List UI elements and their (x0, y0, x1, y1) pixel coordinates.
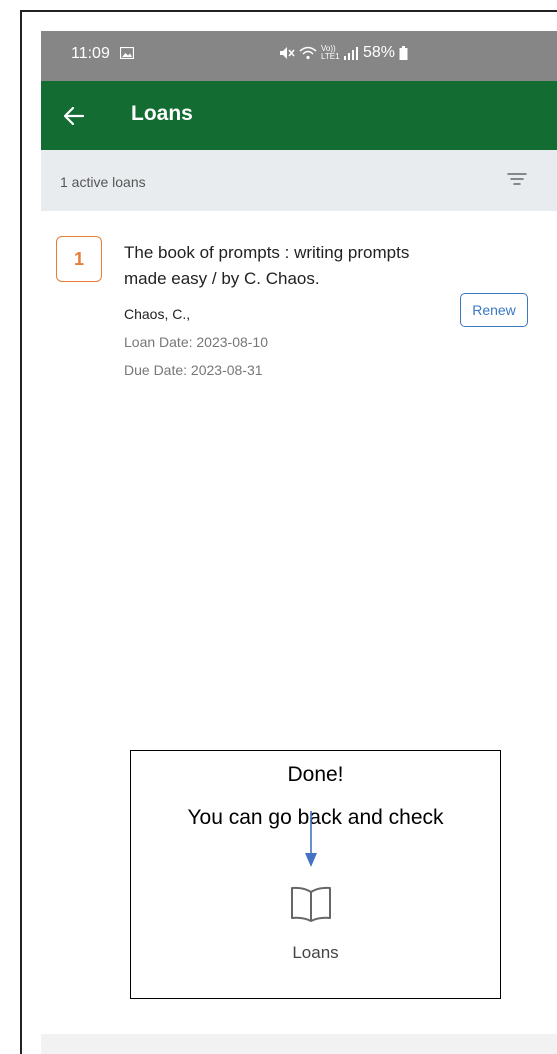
battery-icon (399, 46, 408, 60)
status-time: 11:09 (71, 45, 110, 62)
network-text: Vo)) LTE1 (321, 44, 340, 61)
bottom-nav-strip (41, 1034, 557, 1054)
loans-nav-label[interactable]: Loans (131, 943, 500, 963)
down-arrow-icon (305, 811, 317, 867)
book-icon[interactable] (289, 885, 333, 923)
wifi-icon (299, 46, 317, 60)
signal-icon (344, 47, 358, 60)
loan-number-badge: 1 (56, 236, 102, 282)
loan-title[interactable]: The book of prompts : writing prompts ma… (124, 240, 454, 292)
callout-title: Done! (287, 763, 344, 786)
page-title: Loans (131, 102, 193, 125)
app-bar: Loans (41, 81, 557, 150)
photo-icon (120, 47, 134, 59)
instruction-callout: Done! You can go back and check Loans (130, 750, 501, 999)
battery-percent: 58% (363, 44, 396, 61)
loan-date: Loan Date: 2023-08-10 (124, 334, 268, 350)
status-icons: Vo)) LTE1 58% (279, 44, 408, 62)
back-arrow-icon[interactable] (61, 103, 87, 129)
active-loans-count: 1 active loans (60, 174, 146, 190)
filter-icon[interactable] (507, 170, 527, 188)
mute-icon (280, 47, 295, 59)
renew-button[interactable]: Renew (460, 293, 528, 327)
status-bar: 11:09 Vo)) LTE1 58% (41, 31, 557, 81)
due-date: Due Date: 2023-08-31 (124, 362, 263, 378)
loan-author: Chaos, C., (124, 306, 191, 322)
loans-summary-bar: 1 active loans (41, 150, 557, 211)
